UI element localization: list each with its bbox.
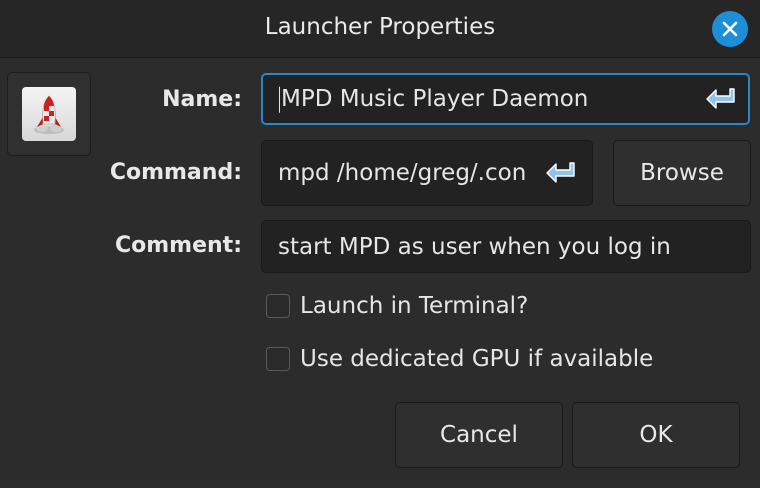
launch-in-terminal-checkbox[interactable] xyxy=(266,294,290,318)
comment-value: start MPD as user when you log in xyxy=(278,233,671,260)
comment-field[interactable]: start MPD as user when you log in xyxy=(261,220,751,273)
name-value: MPD Music Player Daemon xyxy=(281,85,589,112)
close-button[interactable] xyxy=(712,11,748,47)
enter-icon[interactable] xyxy=(544,159,578,187)
dedicated-gpu-option[interactable]: Use dedicated GPU if available xyxy=(266,345,653,373)
comment-label: Comment: xyxy=(114,233,242,258)
command-value: mpd /home/greg/.con xyxy=(278,160,527,186)
cancel-button[interactable]: Cancel xyxy=(395,402,563,468)
icon-tile xyxy=(22,87,76,141)
command-label: Command: xyxy=(109,160,242,185)
ok-button[interactable]: OK xyxy=(572,402,740,468)
title-bar: Launcher Properties xyxy=(0,0,760,58)
enter-icon[interactable] xyxy=(704,85,738,113)
rocket-icon xyxy=(34,95,64,134)
name-label: Name: xyxy=(162,87,242,112)
text-cursor xyxy=(279,86,280,113)
dedicated-gpu-checkbox[interactable] xyxy=(266,347,290,371)
command-field[interactable]: mpd /home/greg/.con xyxy=(261,140,593,206)
launcher-properties-dialog: Launcher Properties Name: MPD Music Play… xyxy=(0,0,760,488)
launcher-icon-button[interactable] xyxy=(7,72,91,156)
window-title: Launcher Properties xyxy=(264,14,496,40)
dedicated-gpu-label: Use dedicated GPU if available xyxy=(300,346,654,372)
close-icon xyxy=(722,21,738,37)
name-field[interactable]: MPD Music Player Daemon xyxy=(261,73,750,125)
launch-in-terminal-label: Launch in Terminal? xyxy=(300,293,529,319)
launch-in-terminal-option[interactable]: Launch in Terminal? xyxy=(266,292,528,320)
name-field-text: MPD Music Player Daemon xyxy=(279,86,588,113)
browse-button[interactable]: Browse xyxy=(613,140,751,206)
